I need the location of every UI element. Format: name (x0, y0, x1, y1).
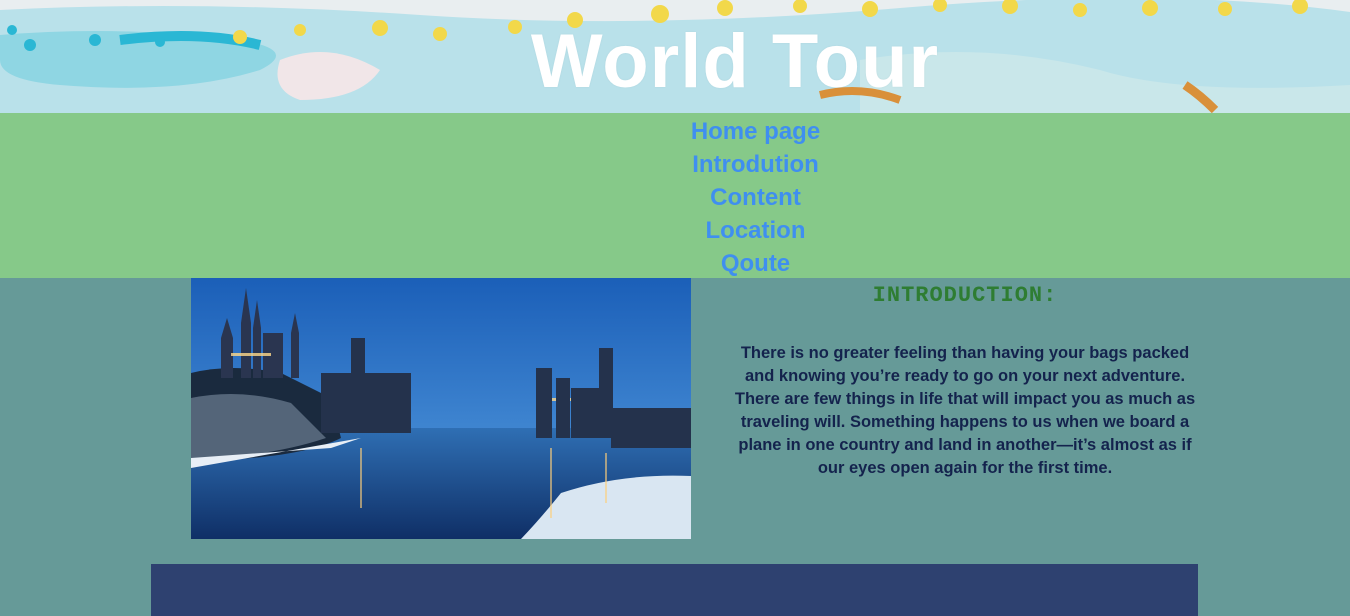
content-band (151, 564, 1198, 616)
city-river-night-image (191, 278, 691, 539)
nav-item-content: Content (0, 181, 1350, 214)
nav-link-location[interactable]: Location (706, 217, 806, 244)
nav-link-introduction[interactable]: Introdution (692, 151, 819, 178)
main-navigation: Home page Introdution Content Location Q… (0, 113, 1350, 278)
site-title: World Tour (530, 19, 940, 104)
nav-item-home: Home page (0, 115, 1350, 148)
introduction-paragraph: There is no greater feeling than having … (734, 344, 1196, 477)
header-banner: World Tour (0, 0, 1350, 113)
nav-link-content[interactable]: Content (710, 184, 801, 211)
nav-item-quote: Qoute (0, 247, 1350, 280)
nav-item-location: Location (0, 214, 1350, 247)
nav-link-home-page[interactable]: Home page (691, 118, 820, 145)
nav-item-introduction: Introdution (0, 148, 1350, 181)
nav-list: Home page Introdution Content Location Q… (0, 115, 1350, 280)
nav-link-quote[interactable]: Qoute (721, 250, 790, 277)
introduction-section: INTRODUCTION: There is no greater feelin… (725, 283, 1205, 480)
introduction-heading: INTRODUCTION: (872, 283, 1058, 308)
